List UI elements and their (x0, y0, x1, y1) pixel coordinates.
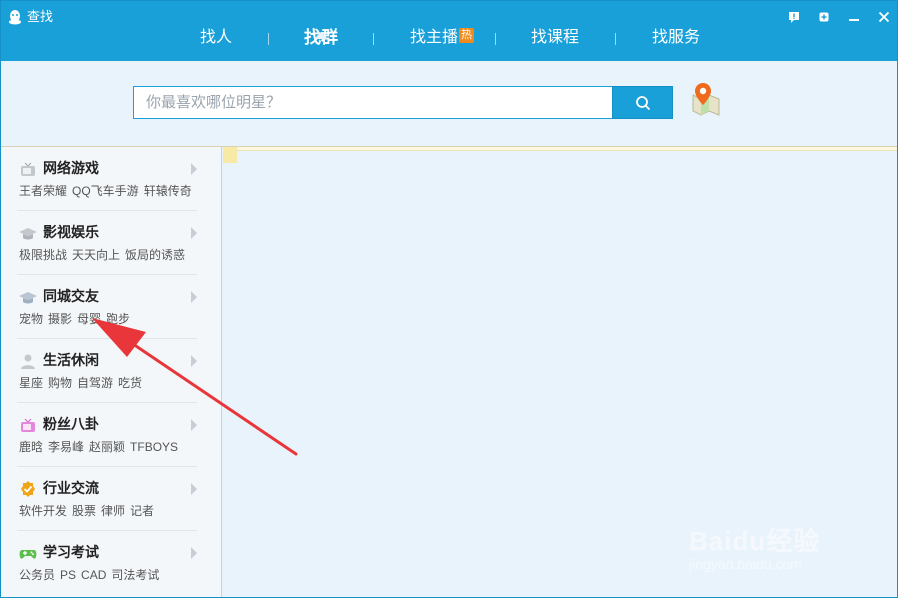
category-tag[interactable]: 李易峰 (48, 440, 84, 454)
category-tag[interactable]: 轩辕传奇 (144, 184, 192, 198)
watermark-logo: Baidu经验 (689, 526, 821, 556)
tv-icon (21, 162, 35, 176)
search-box (133, 86, 613, 119)
tab-separator (373, 33, 374, 45)
category-tag[interactable]: 公务员 (19, 568, 55, 582)
tab-find-streamers[interactable]: 找主播热 (410, 27, 475, 49)
verified-badge-icon (21, 481, 35, 497)
category-tag[interactable]: 饭局的诱惑 (125, 248, 185, 262)
category-tags: 鹿晗 李易峰 赵丽颖 TFBOYS (19, 439, 183, 455)
close-icon (878, 11, 890, 23)
category-tag[interactable]: 自驾游 (77, 376, 113, 390)
category-title: 影视娱乐 (43, 224, 99, 240)
category-industry[interactable]: 行业交流 软件开发 股票 律师 记者 (1, 467, 221, 531)
active-tab-indicator (314, 32, 328, 39)
category-tags: 软件开发 股票 律师 记者 (19, 503, 159, 519)
category-tag[interactable]: 宠物 (19, 312, 43, 326)
chevron-right-icon (191, 163, 197, 175)
category-title: 粉丝八卦 (43, 416, 99, 432)
chevron-right-icon (191, 291, 197, 303)
minimize-icon (849, 19, 859, 21)
results-notice-tab (223, 147, 237, 163)
watermark-url: jingyan.baidu.com (689, 556, 802, 572)
category-tag[interactable]: 极限挑战 (19, 248, 67, 262)
tab-bar: 找人 找群 找主播热 找课程 找服务 (1, 23, 897, 61)
category-tag[interactable]: 星座 (19, 376, 43, 390)
category-film-entertainment[interactable]: 影视娱乐 极限挑战 天天向上 饭局的诱惑 (1, 211, 221, 275)
category-tag[interactable]: 购物 (48, 376, 72, 390)
title-bar: 查找 找人 找群 找主播 热 找课程 找服务 (1, 1, 897, 61)
hot-badge: 热 (459, 28, 475, 43)
tab-separator (615, 33, 616, 45)
category-tag[interactable]: TFBOYS (130, 440, 178, 454)
tab-find-people[interactable]: 找人 (200, 27, 232, 49)
feedback-icon (789, 12, 799, 23)
category-title: 网络游戏 (43, 160, 99, 176)
graduation-cap-icon (19, 292, 37, 304)
tab-separator (268, 33, 269, 45)
category-tag[interactable]: 司法考试 (111, 568, 159, 582)
search-button[interactable] (612, 86, 673, 119)
category-study-exams[interactable]: 学习考试 公务员 PS CAD 司法考试 (1, 531, 221, 595)
category-tags: 星座 购物 自驾游 吃货 (19, 375, 147, 391)
category-tag[interactable]: 摄影 (48, 312, 72, 326)
tv-icon (21, 418, 35, 432)
category-tag[interactable]: PS (60, 568, 76, 582)
category-tag[interactable]: 赵丽颖 (89, 440, 125, 454)
category-tag[interactable]: 王者荣耀 (19, 184, 67, 198)
category-tags: 王者荣耀 QQ飞车手游 轩辕传奇 (19, 183, 197, 199)
search-input[interactable] (134, 87, 612, 118)
category-title: 学习考试 (43, 544, 99, 560)
tab-separator (495, 33, 496, 45)
category-online-games[interactable]: 网络游戏 王者荣耀 QQ飞车手游 轩辕传奇 (1, 147, 221, 211)
tab-find-services[interactable]: 找服务 (652, 27, 700, 49)
category-tag[interactable]: QQ飞车手游 (72, 184, 139, 198)
category-tag[interactable]: 鹿晗 (19, 440, 43, 454)
graduation-cap-icon (19, 228, 37, 240)
chevron-right-icon (191, 355, 197, 367)
category-tag[interactable]: 母婴 (77, 312, 101, 326)
category-title: 生活休闲 (43, 352, 99, 368)
search-window: 查找 找人 找群 找主播 热 找课程 找服务 你最喜欢哪位明星？ 网络游戏 王者… (0, 0, 898, 598)
category-leisure[interactable]: 生活休闲 星座 购物 自驾游 吃货 (1, 339, 221, 403)
category-tag[interactable]: 股票 (72, 504, 96, 518)
category-tag[interactable]: 天天向上 (72, 248, 120, 262)
category-title: 同城交友 (43, 288, 99, 304)
pin-icon (819, 12, 829, 22)
chevron-right-icon (191, 419, 197, 431)
category-tags: 宠物 摄影 母婴 跑步 (19, 311, 135, 327)
chevron-right-icon (191, 483, 197, 495)
category-tag[interactable]: 跑步 (106, 312, 130, 326)
tab-find-courses[interactable]: 找课程 (531, 27, 579, 49)
map-location-icon[interactable] (689, 81, 721, 117)
category-tag[interactable]: 软件开发 (19, 504, 67, 518)
category-local-friends[interactable]: 同城交友 宠物 摄影 母婴 跑步 (1, 275, 221, 339)
category-tag[interactable]: 记者 (130, 504, 154, 518)
category-tag[interactable]: 吃货 (118, 376, 142, 390)
category-tag[interactable]: CAD (81, 568, 106, 582)
chevron-right-icon (191, 547, 197, 559)
category-sidebar: 网络游戏 王者荣耀 QQ飞车手游 轩辕传奇 影视娱乐 极限挑战 天天向上 饭局的诱惑 (1, 147, 222, 597)
category-tag[interactable]: 律师 (101, 504, 125, 518)
person-icon (21, 354, 35, 369)
search-icon (636, 96, 650, 110)
category-fan-gossip[interactable]: 粉丝八卦 鹿晗 李易峰 赵丽颖 TFBOYS (1, 403, 221, 467)
gamepad-icon (19, 550, 37, 559)
category-tags: 极限挑战 天天向上 饭局的诱惑 (19, 247, 190, 263)
category-title: 行业交流 (43, 480, 99, 496)
category-tags: 公务员 PS CAD 司法考试 (19, 567, 164, 583)
chevron-right-icon (191, 227, 197, 239)
results-top-strip (223, 147, 897, 151)
